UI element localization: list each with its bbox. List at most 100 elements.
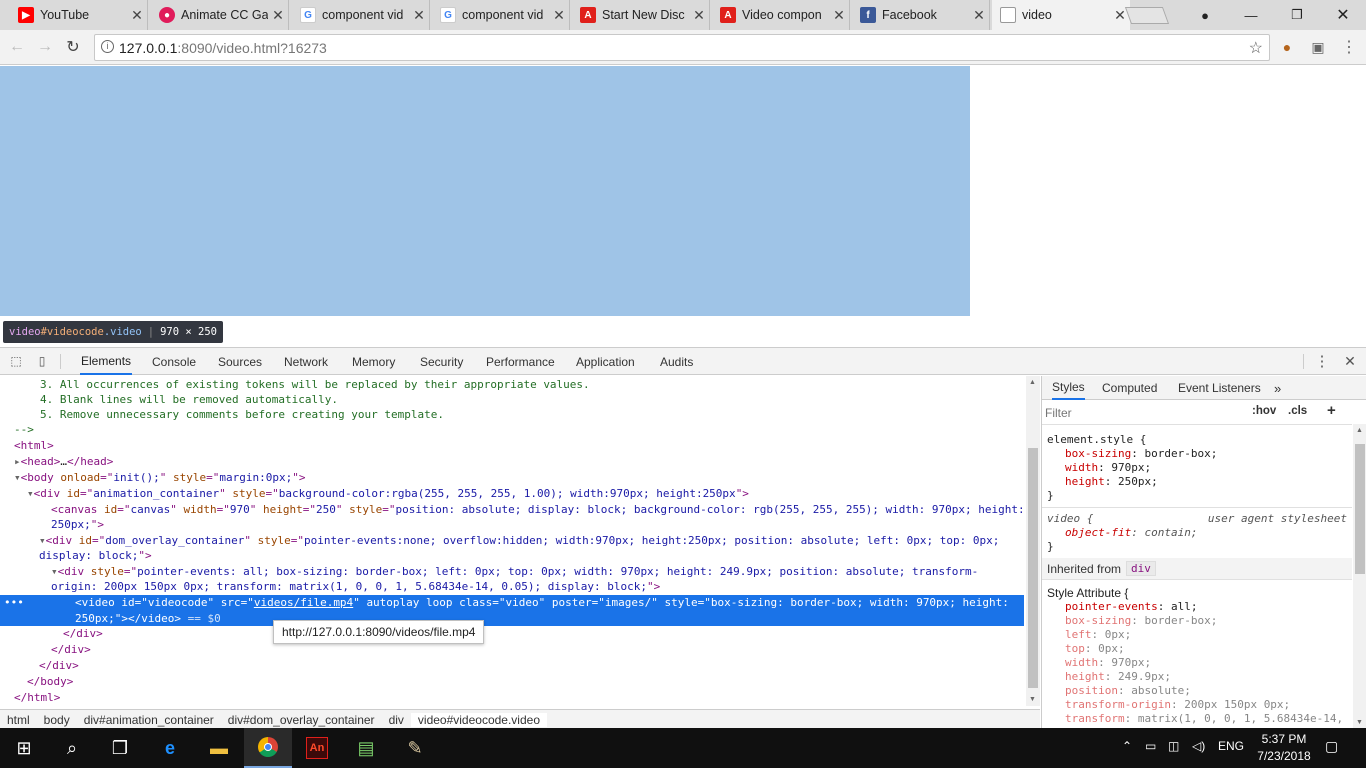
language-indicator[interactable]: ENG bbox=[1218, 739, 1244, 753]
class-toggle[interactable]: .cls bbox=[1288, 405, 1307, 417]
menu-icon[interactable]: ⋮ bbox=[1338, 36, 1360, 58]
dom-line[interactable]: ▾<body onload="init();" style="margin:0p… bbox=[0, 470, 1024, 486]
breadcrumb-div[interactable]: div bbox=[382, 713, 411, 727]
dom-line[interactable]: </div> bbox=[0, 642, 1024, 658]
notifications-icon[interactable]: ▢ bbox=[1325, 738, 1338, 755]
close-icon[interactable]: ✕ bbox=[969, 7, 989, 24]
address-bar[interactable]: i 127.0.0.1:8090/video.html?16273 ☆ bbox=[94, 34, 1270, 61]
tab-sources[interactable]: Sources bbox=[217, 348, 263, 375]
tab-audits[interactable]: Audits bbox=[659, 348, 694, 375]
close-icon[interactable]: ✕ bbox=[409, 7, 429, 24]
dom-line[interactable]: ▾<div id="animation_container" style="ba… bbox=[0, 486, 1024, 502]
style-prop[interactable]: width: 970px; bbox=[1047, 461, 1347, 475]
info-icon[interactable]: i bbox=[101, 40, 114, 53]
tab-youtube[interactable]: ▶ YouTube ✕ bbox=[10, 0, 148, 30]
tab-video[interactable]: video ✕ bbox=[992, 0, 1130, 30]
breadcrumb-html[interactable]: html bbox=[0, 713, 37, 727]
style-prop[interactable]: width: 970px; bbox=[1047, 656, 1347, 670]
close-icon[interactable]: ✕ bbox=[127, 7, 147, 24]
styles-filter-input[interactable] bbox=[1045, 404, 1240, 422]
camera-icon[interactable]: ▣ bbox=[1307, 36, 1329, 58]
scroll-up-icon[interactable]: ▲ bbox=[1356, 427, 1363, 434]
paint-icon[interactable]: ✎ bbox=[391, 728, 439, 768]
windows-start-icon[interactable]: ⊞ bbox=[0, 728, 48, 768]
edge-icon[interactable]: e bbox=[146, 728, 194, 768]
dom-line[interactable]: ▾<div id="dom_overlay_container" style="… bbox=[0, 533, 1024, 549]
dom-line[interactable]: <canvas id="canvas" width="970" height="… bbox=[0, 502, 1024, 518]
tab-memory[interactable]: Memory bbox=[351, 348, 396, 375]
style-prop[interactable]: box-sizing: border-box; bbox=[1047, 614, 1347, 628]
breadcrumb-body[interactable]: body bbox=[37, 713, 77, 727]
reload-icon[interactable]: ↻ bbox=[60, 35, 86, 59]
tab-computed[interactable]: Computed bbox=[1102, 376, 1157, 400]
dom-line[interactable]: ▾<div style="pointer-events: all; box-si… bbox=[0, 564, 1024, 580]
add-rule-icon[interactable]: + bbox=[1327, 402, 1336, 419]
file-explorer-icon[interactable]: ▬ bbox=[195, 728, 243, 768]
dom-line[interactable]: </div> bbox=[0, 658, 1024, 674]
bookmark-star-icon[interactable]: ☆ bbox=[1249, 38, 1263, 58]
forward-icon[interactable]: → bbox=[32, 35, 58, 59]
more-tabs-icon[interactable]: » bbox=[1274, 376, 1281, 400]
scroll-up-icon[interactable]: ▲ bbox=[1029, 379, 1036, 386]
selected-dom-node[interactable]: ••• <video id="videocode" src="videos/fil… bbox=[0, 595, 1024, 626]
tab-facebook[interactable]: f Facebook ✕ bbox=[852, 0, 990, 30]
tab-adobe-1[interactable]: A Start New Disc ✕ bbox=[572, 0, 710, 30]
task-view-icon[interactable]: ❐ bbox=[96, 728, 144, 768]
extension-icon[interactable]: ● bbox=[1276, 36, 1298, 58]
tab-event-listeners[interactable]: Event Listeners bbox=[1178, 376, 1261, 400]
video-element[interactable] bbox=[0, 66, 970, 316]
style-prop[interactable]: top: 0px; bbox=[1047, 642, 1347, 656]
tray-chevron-icon[interactable]: ⌃ bbox=[1122, 739, 1132, 753]
dom-line[interactable]: <html> bbox=[0, 438, 1024, 454]
style-prop[interactable]: height: 250px; bbox=[1047, 475, 1347, 489]
scrollbar-thumb[interactable] bbox=[1355, 444, 1365, 574]
style-attribute-rule[interactable]: Style Attribute { pointer-events: all; b… bbox=[1042, 584, 1352, 726]
tab-application[interactable]: Application bbox=[575, 348, 636, 375]
tab-adobe-2[interactable]: A Video compon ✕ bbox=[712, 0, 850, 30]
style-prop[interactable]: pointer-events: all; bbox=[1047, 600, 1347, 614]
element-style-rule[interactable]: element.style { box-sizing: border-box; … bbox=[1042, 431, 1352, 508]
close-icon[interactable]: ✕ bbox=[829, 7, 849, 24]
scroll-down-icon[interactable]: ▼ bbox=[1029, 696, 1036, 703]
dom-line[interactable]: </html> bbox=[0, 690, 1024, 706]
devtools-close-icon[interactable]: ✕ bbox=[1342, 353, 1358, 369]
inherited-node[interactable]: div bbox=[1126, 561, 1156, 576]
dom-line[interactable]: ▸<head>…</head> bbox=[0, 454, 1024, 470]
tab-styles[interactable]: Styles bbox=[1052, 376, 1085, 400]
hover-state-toggle[interactable]: :hov bbox=[1252, 405, 1276, 417]
scrollbar-thumb[interactable] bbox=[1028, 448, 1038, 688]
clock[interactable]: 5:37 PM 7/23/2018 bbox=[1252, 731, 1316, 765]
breadcrumb-animation-container[interactable]: div#animation_container bbox=[77, 713, 221, 727]
tab-security[interactable]: Security bbox=[419, 348, 464, 375]
new-tab-button[interactable] bbox=[1124, 7, 1170, 24]
breadcrumb-video[interactable]: video#videocode.video bbox=[410, 712, 547, 727]
tab-google-1[interactable]: G component vid ✕ bbox=[292, 0, 430, 30]
tab-animate[interactable]: ● Animate CC Ga ✕ bbox=[151, 0, 289, 30]
notepad-icon[interactable]: ▤ bbox=[342, 728, 390, 768]
style-prop[interactable]: box-sizing: border-box; bbox=[1047, 447, 1347, 461]
breadcrumb-dom-overlay-container[interactable]: div#dom_overlay_container bbox=[221, 713, 382, 727]
minimize-icon[interactable]: — bbox=[1228, 0, 1274, 30]
animate-app-icon[interactable]: An bbox=[293, 728, 341, 768]
tab-google-2[interactable]: G component vid ✕ bbox=[432, 0, 570, 30]
maximize-icon[interactable]: ❐ bbox=[1274, 0, 1320, 30]
network-icon[interactable]: ◫ bbox=[1168, 739, 1179, 753]
battery-icon[interactable]: ▭ bbox=[1145, 739, 1156, 753]
styles-scrollbar[interactable]: ▲ ▼ bbox=[1353, 424, 1366, 729]
style-prop[interactable]: transform-origin: 200px 150px 0px; bbox=[1047, 698, 1347, 712]
devtools-menu-icon[interactable]: ⋮ bbox=[1314, 353, 1330, 370]
dom-line[interactable]: </body> bbox=[0, 674, 1024, 690]
device-toolbar-icon[interactable]: ▯ bbox=[34, 353, 50, 369]
style-prop[interactable]: left: 0px; bbox=[1047, 628, 1347, 642]
back-icon[interactable]: ← bbox=[4, 35, 30, 59]
scroll-down-icon[interactable]: ▼ bbox=[1356, 719, 1363, 726]
dom-scrollbar[interactable]: ▲ ▼ bbox=[1026, 376, 1040, 706]
profile-icon[interactable]: ● bbox=[1182, 0, 1228, 30]
style-prop[interactable]: height: 249.9px; bbox=[1047, 670, 1347, 684]
tab-elements[interactable]: Elements bbox=[80, 348, 133, 375]
inspect-element-icon[interactable]: ⬚ bbox=[8, 353, 24, 369]
close-icon[interactable]: ✕ bbox=[268, 7, 288, 24]
dom-tree[interactable]: 3. All occurrences of existing tokens wi… bbox=[0, 376, 1024, 706]
close-icon[interactable]: ✕ bbox=[689, 7, 709, 24]
window-close-icon[interactable]: ✕ bbox=[1320, 0, 1366, 30]
